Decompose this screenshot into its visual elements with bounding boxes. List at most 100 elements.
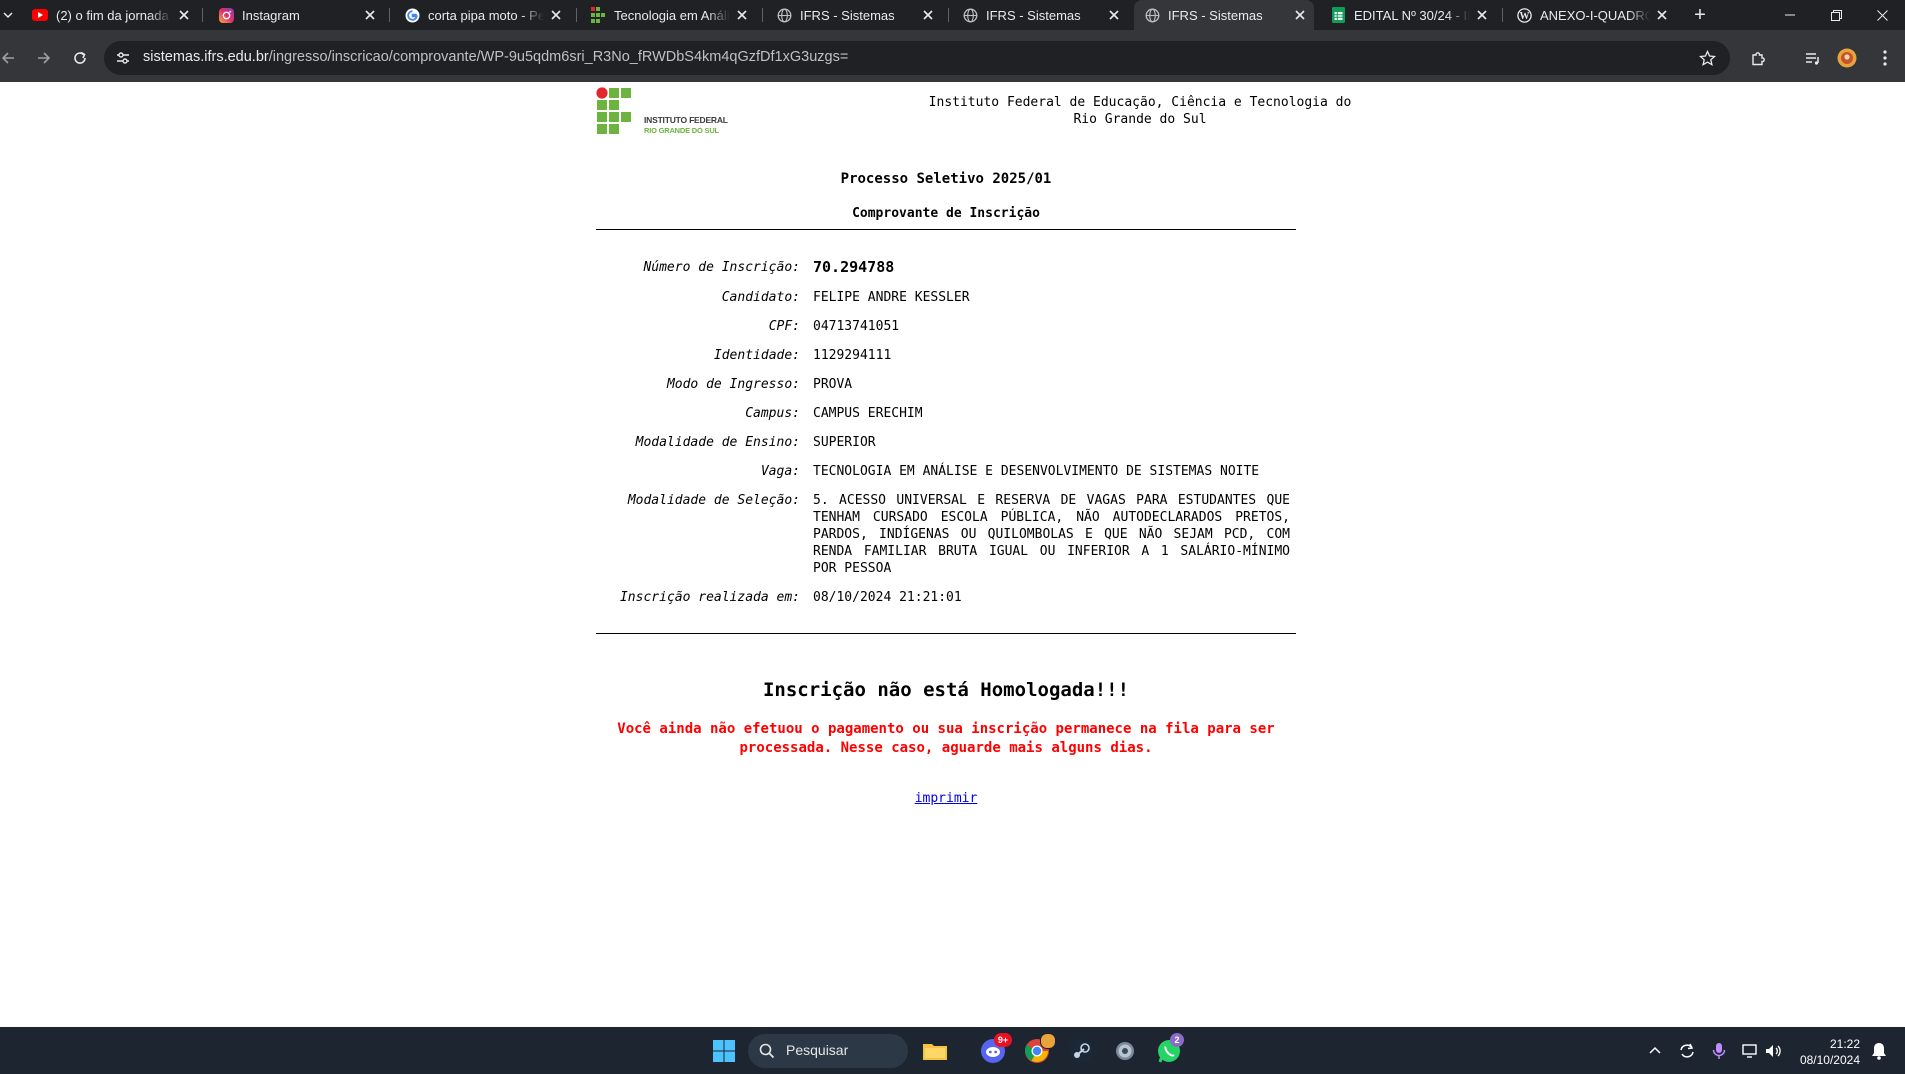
google-icon (404, 7, 420, 23)
tab-title: ANEXO-I-QUADRO-D (1540, 7, 1650, 23)
tab-search-dropdown[interactable] (0, 0, 16, 30)
tab-title: IFRS - Sistemas (800, 7, 895, 23)
field-label-identity: Identidade: (713, 348, 800, 363)
field-value-identity: 1129294111 (813, 348, 892, 363)
tab-ifrs-course[interactable]: Tecnologia em Análise (580, 0, 756, 30)
microphone-icon (1712, 1043, 1726, 1059)
reload-button[interactable] (66, 44, 94, 72)
field-label-selection-modality: Modalidade de Seleção: (627, 493, 800, 508)
field-label-entry-mode: Modo de Ingresso: (666, 377, 800, 392)
logo-line-1: INSTITUTO FEDERAL (644, 115, 728, 125)
tab-ifrs-sistemas-1[interactable]: IFRS - Sistemas (766, 0, 942, 30)
restore-button[interactable] (1814, 0, 1859, 30)
field-value-registration-date: 08/10/2024 21:21:01 (813, 590, 962, 605)
instagram-icon (218, 7, 234, 23)
field-label-candidate: Candidato: (721, 290, 800, 305)
microphone-tray-icon[interactable] (1708, 1040, 1730, 1062)
tab-instagram[interactable]: Instagram (208, 0, 384, 30)
extensions-button[interactable] (1745, 45, 1771, 71)
svg-text:W: W (1519, 11, 1529, 22)
tab-ifrs-sistemas-active[interactable]: IFRS - Sistemas (1134, 0, 1314, 30)
field-value-campus: CAMPUS ERECHIM (813, 406, 923, 421)
field-value-vacancy: TECNOLOGIA EM ANÁLISE E DESENVOLVIMENTO … (813, 464, 1260, 479)
field-value-entry-mode: PROVA (813, 377, 853, 392)
bookmark-button[interactable] (1694, 45, 1720, 71)
network-icon (1742, 1044, 1757, 1058)
tab-separator (389, 8, 390, 22)
print-container: imprimir (596, 791, 1296, 806)
divider-bottom (596, 633, 1296, 634)
tab-separator (576, 8, 577, 22)
print-link[interactable]: imprimir (915, 791, 978, 806)
field-value-registration-number: 70.294788 (813, 258, 895, 276)
start-button[interactable] (709, 1036, 739, 1066)
sync-icon (1680, 1043, 1694, 1058)
tab-title: Tecnologia em Análise (614, 7, 730, 23)
close-icon[interactable] (1474, 7, 1490, 23)
clock-time: 21:22 (1829, 1037, 1860, 1051)
forward-button[interactable] (30, 44, 58, 72)
ifrs-logo: INSTITUTO FEDERAL RIO GRANDE DO SUL (596, 87, 736, 139)
tab-google-search[interactable]: corta pipa moto - Pesquisa (394, 0, 570, 30)
close-icon[interactable] (1654, 7, 1670, 23)
taskbar-file-explorer[interactable] (920, 1036, 950, 1066)
taskbar-steam[interactable] (1066, 1036, 1096, 1066)
browser-tab-strip: (2) o fim da jornada de Instagram corta … (0, 0, 1905, 30)
tab-youtube[interactable]: (2) o fim da jornada de (22, 0, 198, 30)
close-icon[interactable] (362, 7, 378, 23)
minimize-button[interactable] (1767, 0, 1812, 30)
tab-title: Instagram (242, 7, 300, 23)
close-icon[interactable] (1292, 7, 1308, 23)
back-button[interactable] (0, 44, 22, 72)
steam-icon (1069, 1039, 1093, 1063)
chevron-down-icon (3, 12, 13, 19)
profile-avatar-button[interactable] (1834, 45, 1860, 71)
discord-badge: 9+ (994, 1033, 1012, 1047)
reload-icon (74, 51, 86, 64)
site-info-button[interactable] (110, 45, 136, 71)
whatsapp-badge: 2 (1170, 1033, 1184, 1047)
puzzle-icon (1751, 51, 1765, 65)
field-label-vacancy: Vaga: (760, 464, 800, 479)
field-value-cpf: 04713741051 (813, 319, 900, 334)
tab-ifrs-sistemas-2[interactable]: IFRS - Sistemas (952, 0, 1128, 30)
gear-icon (1116, 1042, 1134, 1060)
new-tab-button[interactable]: + (1678, 0, 1722, 30)
url-text[interactable]: sistemas.ifrs.edu.br/ingresso/inscricao/… (143, 49, 848, 65)
sync-tray-icon[interactable] (1676, 1040, 1698, 1062)
field-label-registration-date: Inscrição realizada em: (619, 590, 800, 605)
tab-edital[interactable]: EDITAL Nº 30/24 - IN (1320, 0, 1496, 30)
globe-icon (776, 7, 792, 23)
system-clock[interactable]: 21:22 08/10/2024 (1780, 1036, 1860, 1068)
tab-separator (202, 8, 203, 22)
playlist-icon (1805, 52, 1819, 65)
taskbar-settings[interactable] (1110, 1036, 1140, 1066)
kebab-menu-icon (1883, 50, 1887, 66)
notifications-button[interactable] (1868, 1040, 1890, 1062)
tab-separator (1502, 8, 1503, 22)
close-icon[interactable] (920, 7, 936, 23)
window-close-button[interactable] (1860, 0, 1905, 30)
tune-icon (117, 52, 129, 64)
close-icon[interactable] (176, 7, 192, 23)
browser-menu-button[interactable] (1872, 45, 1898, 71)
field-value-teaching-modality: SUPERIOR (813, 435, 876, 450)
minimize-icon (1784, 14, 1795, 16)
restore-icon (1831, 9, 1842, 21)
close-icon[interactable] (1106, 7, 1122, 23)
network-tray-icon[interactable] (1740, 1040, 1762, 1062)
close-icon (1877, 9, 1888, 21)
status-heading: Inscrição não está Homologada!!! (762, 679, 1130, 701)
folder-icon (923, 1044, 947, 1060)
payment-warning: Você ainda não efetuou o pagamento ou su… (617, 721, 1275, 756)
tab-title: EDITAL Nº 30/24 - IN (1354, 7, 1470, 23)
back-arrow-icon (1, 52, 14, 64)
avatar-icon (1837, 48, 1857, 68)
url-host: sistemas.ifrs.edu.br (143, 49, 269, 65)
media-controls-button[interactable] (1799, 45, 1825, 71)
close-icon[interactable] (548, 7, 564, 23)
show-hidden-icons-button[interactable] (1644, 1040, 1666, 1062)
tab-separator (762, 8, 763, 22)
close-icon[interactable] (734, 7, 750, 23)
tab-anexo[interactable]: W ANEXO-I-QUADRO-D (1506, 0, 1676, 30)
